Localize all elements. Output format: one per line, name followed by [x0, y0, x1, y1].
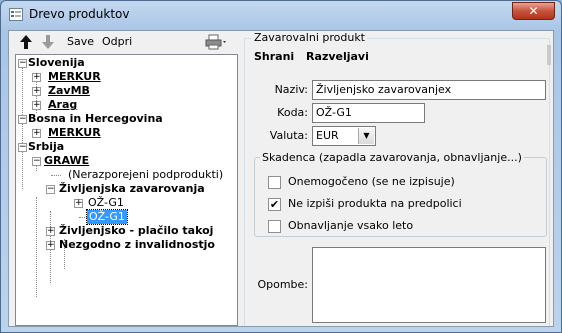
tree-node-arag[interactable]: Arag — [48, 98, 77, 112]
maturity-title: Skadenca (zapadla zavarovanja, obnavljan… — [260, 151, 524, 164]
tree-node-zivljenjsko-placilo[interactable]: Življenjsko - plačilo takoj — [59, 224, 213, 238]
tree-node-grawe[interactable]: GRAWE — [44, 154, 89, 168]
expand-toggle[interactable]: + — [74, 199, 83, 208]
expand-toggle[interactable]: + — [32, 101, 41, 110]
tree-node-slovenija[interactable]: Slovenija — [28, 56, 85, 70]
tree-node-oz-g1[interactable]: OŽ-G1 — [88, 196, 124, 210]
open-button[interactable]: Odpri — [102, 34, 132, 50]
code-label: Koda: — [277, 106, 308, 119]
no-print-label[interactable]: Ne izpiši produkta na predpolici — [288, 197, 462, 211]
currency-select[interactable]: EUR ▼ — [312, 126, 376, 146]
group-title: Zavarovalni produkt — [252, 31, 367, 44]
disabled-label[interactable]: Onemogočeno (se ne izpisuje) — [288, 175, 455, 189]
expand-toggle[interactable]: + — [46, 227, 55, 236]
tree-node-zivljenjska[interactable]: Življenjska zavarovanja — [59, 182, 205, 196]
collapse-toggle[interactable]: − — [18, 59, 27, 68]
app-window: Drevo produktov ✕ Save Odpri − Slovenija… — [0, 0, 562, 333]
name-field[interactable]: Življenjsko zavarovanjex — [312, 80, 546, 100]
tree-node-bih[interactable]: Bosna in Hercegovina — [28, 112, 163, 126]
tree-node-unassigned[interactable]: (Nerazporejeni podprodukti) — [68, 168, 223, 182]
arrow-up-icon[interactable] — [19, 34, 33, 50]
tree-node-merkur-bih[interactable]: MERKUR — [48, 126, 101, 140]
renew-checkbox[interactable] — [268, 220, 281, 233]
renew-label[interactable]: Obnavljanje vsako leto — [288, 219, 413, 233]
currency-label: Valuta: — [269, 129, 308, 142]
expand-toggle[interactable]: + — [32, 87, 41, 96]
notes-field[interactable] — [312, 247, 546, 323]
tree-node-zavmb[interactable]: ZavMB — [48, 84, 90, 98]
tree-connector — [36, 197, 37, 297]
collapse-toggle[interactable]: − — [46, 185, 55, 194]
collapse-toggle[interactable]: − — [18, 143, 27, 152]
window-title: Drevo produktov — [29, 7, 130, 21]
tree-node-merkur[interactable]: MERKUR — [48, 70, 101, 84]
client-area: Save Odpri − Slovenija + MERKUR + ZavMB — [8, 30, 554, 327]
close-button[interactable]: ✕ — [512, 2, 555, 20]
name-label: Naziv: — [274, 83, 308, 96]
notes-label: Opombe: — [257, 278, 308, 291]
expand-toggle[interactable]: + — [46, 241, 55, 250]
save-button[interactable]: Save — [67, 34, 94, 50]
collapse-toggle[interactable]: − — [18, 115, 27, 124]
tree-node-nezgodno[interactable]: Nezgodno z invalidnostjo — [59, 238, 215, 252]
tree-connector — [22, 63, 23, 189]
action-bar: Shrani Razveljavi — [254, 50, 377, 63]
currency-value: EUR — [316, 129, 339, 142]
close-icon: ✕ — [528, 4, 539, 18]
scroll-indicator[interactable] — [547, 45, 551, 65]
product-tree[interactable]: − Slovenija + MERKUR + ZavMB + Arag − Bo… — [15, 54, 238, 326]
tree-connector — [51, 175, 61, 176]
collapse-toggle[interactable]: − — [32, 157, 41, 166]
arrow-down-icon[interactable] — [41, 34, 55, 50]
expand-toggle[interactable]: + — [32, 73, 41, 82]
tree-node-oz-g1-selected[interactable]: OŽ-G1 — [86, 209, 128, 225]
toolbar: Save Odpri — [9, 31, 238, 53]
product-group: Zavarovalni produkt Shrani Razveljavi Na… — [242, 31, 553, 326]
discard-action[interactable]: Razveljavi — [306, 50, 369, 63]
expand-toggle[interactable]: + — [32, 129, 41, 138]
title-bar[interactable]: Drevo produktov ✕ — [1, 1, 561, 29]
code-field[interactable]: OŽ-G1 — [312, 103, 425, 123]
no-print-checkbox[interactable]: ✔ — [268, 198, 281, 211]
printer-icon[interactable] — [205, 34, 227, 50]
disabled-checkbox[interactable] — [268, 176, 281, 189]
checkmark-icon: ✔ — [269, 198, 280, 211]
dropdown-arrow-icon[interactable]: ▼ — [358, 128, 374, 144]
app-icon — [9, 8, 23, 21]
tree-connector — [79, 217, 87, 218]
save-action[interactable]: Shrani — [254, 50, 294, 63]
tree-node-srbija[interactable]: Srbija — [28, 140, 64, 154]
